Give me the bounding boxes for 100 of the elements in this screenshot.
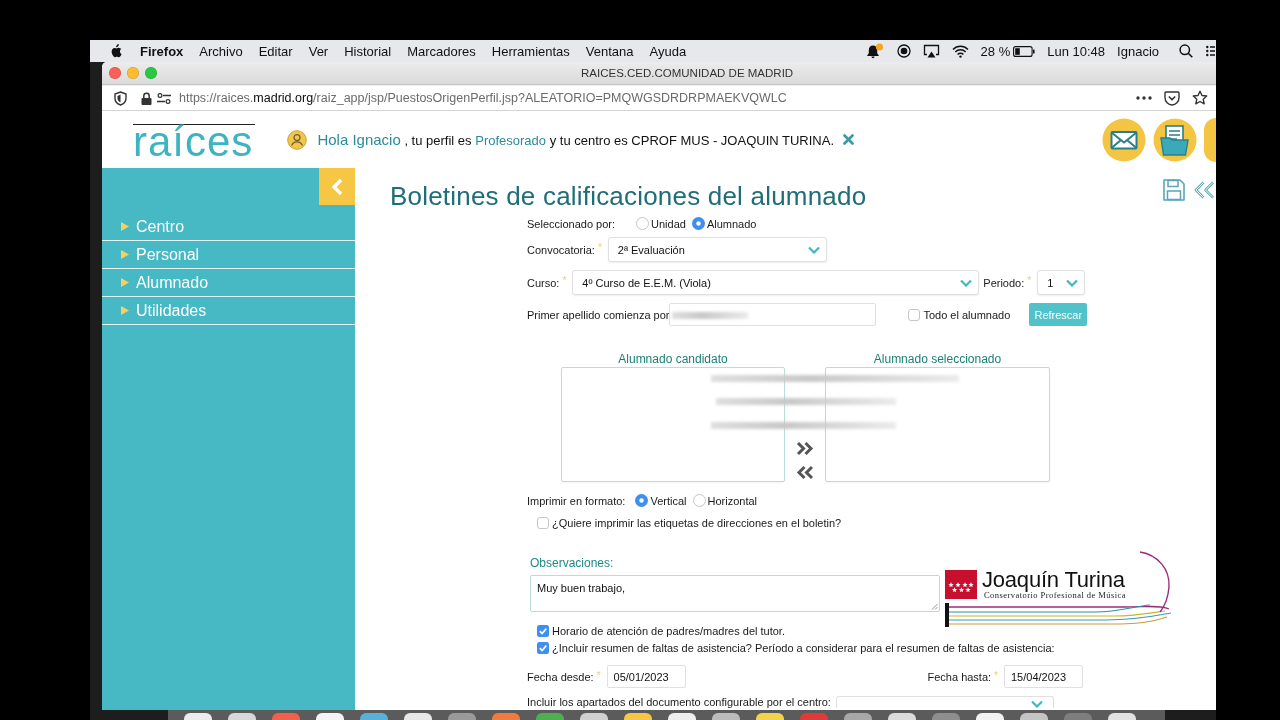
zoom-button[interactable] — [145, 67, 157, 79]
clock: Lun 10:48 — [1047, 43, 1106, 59]
required-mark: * — [596, 670, 601, 681]
checkbox-label: ¿Incluir resumen de faltas de asistencia? Período a considerar para el resumen de faltas de asistencia: — [552, 642, 1055, 654]
apple-icon[interactable] — [110, 44, 122, 58]
dock-app-icon[interactable] — [228, 713, 256, 720]
dock-app-icon[interactable] — [668, 713, 696, 720]
close-button[interactable] — [109, 67, 121, 79]
checkbox-label: Horario de atención de padres/madres del tutor. — [552, 625, 785, 637]
field-label: Imprimir en formato: — [527, 494, 626, 507]
field-label: Curso: — [527, 276, 560, 289]
logo-title: Joaquín Turina — [982, 569, 1126, 590]
dock-app-icon[interactable] — [844, 713, 872, 720]
menu-item[interactable]: Editar — [258, 43, 293, 59]
date-field[interactable]: 05/01/2023 — [606, 665, 686, 688]
field-label: Observaciones: — [530, 556, 615, 570]
dock-app-icon[interactable] — [624, 713, 652, 720]
dropdown[interactable]: 2ª Evaluación — [607, 237, 827, 262]
star-icon[interactable] — [1192, 90, 1208, 106]
greeting-text: Hola Ignacio , tu perfil es Profesorado y tu centro es CPROF MUS - JOAQUIN TURINA. — [317, 131, 835, 148]
shield-icon[interactable] — [114, 90, 127, 106]
chevron-pouch-icon[interactable] — [1164, 90, 1180, 106]
dock-app-icon[interactable] — [1020, 713, 1048, 720]
battery-percentage: 28 % — [980, 43, 1011, 59]
radio-label: Alumnado — [706, 217, 757, 230]
dock-app-icon[interactable] — [404, 713, 432, 720]
bell-icon[interactable] — [864, 43, 885, 59]
more-icon[interactable] — [1136, 96, 1152, 100]
battery-icon[interactable] — [1013, 45, 1036, 57]
menu-item[interactable]: Ver — [308, 43, 329, 59]
radio-label: Vertical — [650, 494, 687, 507]
chevron-down-icon — [960, 278, 973, 287]
list-title: Alumnado candidato — [617, 352, 729, 367]
stars-flag-icon — [945, 570, 977, 599]
field-label: Seleccionado por: — [527, 217, 616, 230]
menu-item[interactable]: Historial — [344, 43, 392, 59]
resize-handle-icon[interactable] — [931, 603, 938, 610]
chevron-down-icon — [1066, 278, 1079, 287]
menu-item[interactable]: Ventana — [585, 43, 634, 59]
checkbox[interactable] — [537, 625, 549, 637]
triangle-icon — [121, 306, 129, 315]
list-icon[interactable] — [1206, 45, 1215, 57]
field-label: Primer apellido comienza por — [527, 308, 670, 321]
arc-drawing — [1138, 551, 1172, 613]
observations-field[interactable]: Muy buen trabajo, — [530, 575, 940, 612]
radio-button[interactable] — [636, 217, 650, 230]
required-mark: * — [994, 670, 998, 681]
menu-item[interactable]: Ayuda — [649, 43, 687, 59]
dock-app-icon[interactable] — [888, 713, 916, 720]
dock-app-icon[interactable] — [360, 713, 388, 720]
lock-icon[interactable] — [141, 91, 152, 105]
list-title: Alumnado seleccionado — [872, 352, 1003, 367]
menu-item[interactable]: Firefox — [140, 43, 184, 59]
radio-label: Unidad — [651, 217, 686, 230]
input-field[interactable] — [669, 303, 877, 326]
display-icon[interactable] — [922, 44, 940, 58]
radio-button[interactable] — [692, 494, 706, 507]
menu-item[interactable]: Marcadores — [407, 43, 476, 59]
dock-app-icon[interactable] — [712, 713, 740, 720]
double-chevron-right-icon[interactable] — [796, 441, 814, 456]
menu-item[interactable]: Archivo — [199, 43, 243, 59]
dock-app-icon[interactable] — [1108, 713, 1136, 720]
radio-label: Horizontal — [707, 494, 758, 507]
checkbox[interactable] — [537, 517, 549, 529]
dock-app-icon[interactable] — [756, 713, 784, 720]
field-label: Convocatoria: — [527, 243, 595, 256]
save-icon[interactable] — [1162, 178, 1186, 202]
double-arrow-left-icon[interactable] — [1194, 180, 1215, 200]
dropdown[interactable]: 1 — [1037, 270, 1086, 295]
date-field[interactable]: 15/04/2023 — [1004, 665, 1083, 688]
url-text[interactable]: https://raices.madrid.org/raiz_app/jsp/PuestosOrigenPerfil.jsp?ALEATORIO=PMQWGSDRDRPMAEKVQWLC — [179, 91, 787, 105]
checkbox[interactable] — [537, 642, 549, 654]
required-mark: * — [562, 275, 567, 286]
radio-button[interactable] — [635, 494, 649, 507]
dock-app-icon[interactable] — [976, 713, 1004, 720]
envelope-icon[interactable] — [1102, 117, 1146, 162]
user-icon — [287, 129, 308, 150]
checkbox[interactable] — [908, 308, 921, 321]
folder-icon[interactable] — [1153, 117, 1197, 162]
field-label: Fecha hasta: — [927, 670, 992, 683]
field-label: Fecha desde: — [527, 670, 594, 683]
menu-item[interactable]: Herramientas — [491, 43, 570, 59]
checkbox-label: Todo el alumnado — [923, 308, 1011, 321]
dock-app-icon[interactable] — [316, 713, 344, 720]
search-icon[interactable] — [1179, 44, 1193, 58]
radio-button[interactable] — [691, 217, 705, 230]
dropdown[interactable]: 4º Curso de E.E.M. (Viola) — [572, 270, 980, 295]
dock-app-icon[interactable] — [184, 713, 212, 720]
user-name[interactable]: Ignacio — [1117, 43, 1159, 59]
record-icon[interactable] — [896, 44, 911, 58]
sliders-icon[interactable] — [157, 92, 171, 104]
dock-app-icon[interactable] — [492, 713, 520, 720]
address-bar[interactable]: https://raices.madrid.org/raiz_app/jsp/PuestosOrigenPerfil.jsp?ALEATORIO=PMQWGSDRDRPMAEKVQWLC — [102, 85, 1216, 111]
triangle-icon — [121, 250, 129, 259]
close-icon[interactable] — [843, 134, 855, 145]
dock-app-icon[interactable] — [580, 713, 608, 720]
page-title: Boletines de calificaciones del alumnado — [390, 181, 867, 211]
double-chevron-left-icon[interactable] — [796, 465, 814, 480]
wifi-icon[interactable] — [951, 44, 969, 58]
chevron-left-icon — [331, 177, 343, 196]
